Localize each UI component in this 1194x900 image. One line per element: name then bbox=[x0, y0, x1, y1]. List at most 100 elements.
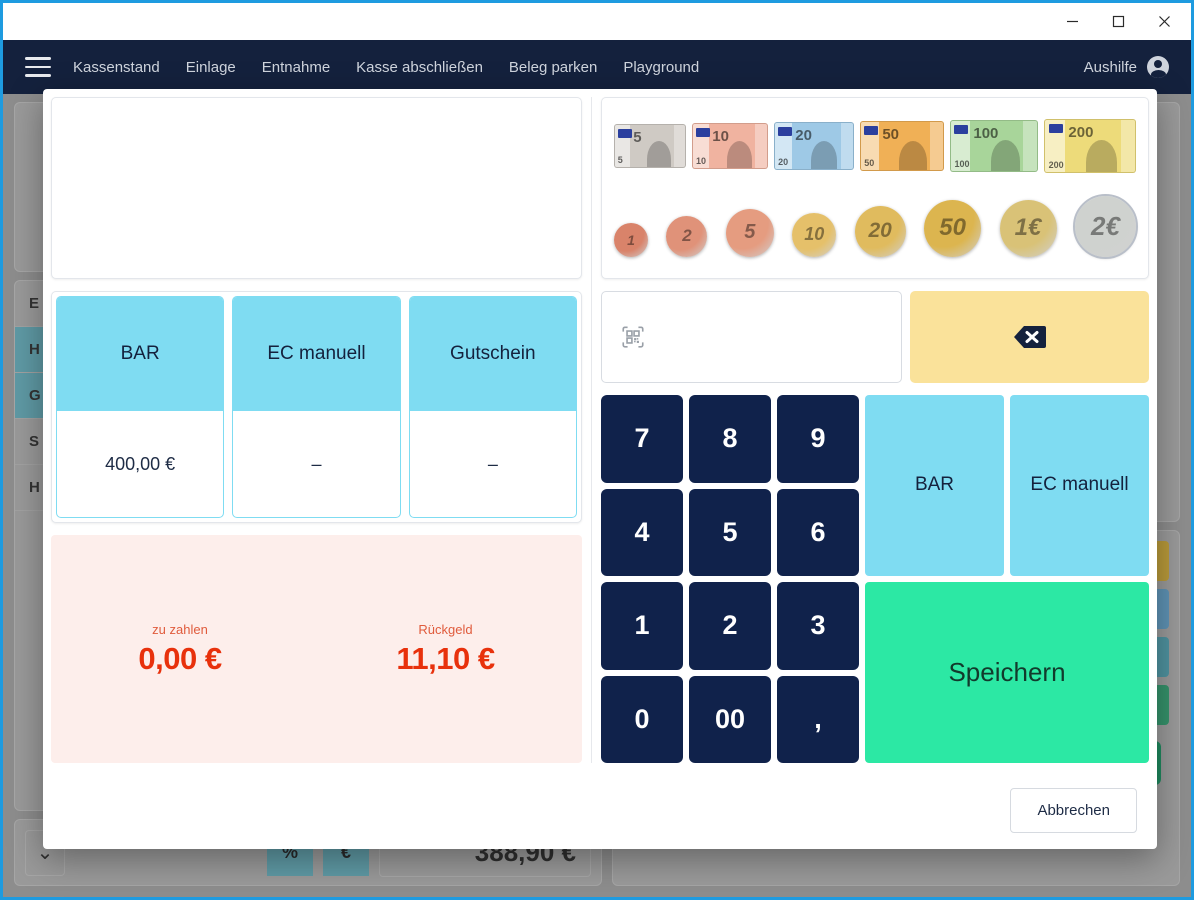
modal-overlay: BAR 400,00 € EC manuell – Gutschein – zu… bbox=[3, 3, 1191, 897]
payment-tile-ec-manuell[interactable]: EC manuell – bbox=[232, 296, 401, 518]
coin-50[interactable]: 50 bbox=[924, 199, 982, 257]
banknote-value-small: 5 bbox=[617, 155, 623, 166]
payment-dialog-footer: Abbrechen bbox=[43, 771, 1157, 849]
eu-flag-icon bbox=[695, 128, 710, 138]
scan-and-backspace-row bbox=[601, 291, 1149, 383]
keypad-key-2[interactable]: 2 bbox=[689, 582, 771, 670]
keypad-key-00[interactable]: 00 bbox=[689, 675, 771, 763]
keypad-key-5[interactable]: 5 bbox=[689, 488, 771, 576]
banknote-right-band bbox=[1120, 120, 1135, 173]
payment-tile-bar-label: BAR bbox=[57, 297, 224, 411]
keypad-key-8[interactable]: 8 bbox=[689, 395, 771, 483]
banknote-arch-motif bbox=[1086, 140, 1117, 173]
scan-input-field[interactable] bbox=[601, 291, 903, 383]
total-rueckgeld-label: Rückgeld bbox=[418, 621, 473, 637]
banknote-arch-motif bbox=[727, 140, 753, 169]
payment-dialog: BAR 400,00 € EC manuell – Gutschein – zu… bbox=[43, 89, 1157, 849]
banknote-10[interactable]: 10 10 bbox=[692, 123, 768, 170]
backspace-icon bbox=[1013, 326, 1046, 348]
eu-flag-icon bbox=[778, 127, 793, 137]
coin-value-label: 2 bbox=[682, 226, 692, 246]
coin-5[interactable]: 5 bbox=[725, 208, 774, 257]
coin-1[interactable]: 1 bbox=[614, 222, 648, 257]
banknote-row: 5 5 10 10 20 20 50 50 100 100 200 200 bbox=[614, 119, 1136, 174]
cancel-button[interactable]: Abbrechen bbox=[1010, 787, 1137, 833]
banknote-value-large: 200 bbox=[1068, 124, 1094, 142]
application-window: Kassenstand Einlage Entnahme Kasse absch… bbox=[0, 0, 1194, 900]
keypad-key-0[interactable]: 0 bbox=[601, 675, 683, 763]
banknote-right-band bbox=[755, 124, 767, 169]
keypad-key-4[interactable]: 4 bbox=[601, 488, 683, 576]
banknote-value-small: 20 bbox=[778, 157, 789, 168]
banknote-arch-motif bbox=[647, 141, 671, 168]
coin-value-label: 20 bbox=[868, 219, 892, 243]
receipt-panel bbox=[51, 97, 582, 279]
coin-value-label: 1 bbox=[627, 231, 635, 248]
banknote-value-large: 5 bbox=[633, 129, 642, 147]
payment-tile-ec-manuell-value: – bbox=[311, 453, 322, 474]
eu-flag-icon bbox=[617, 129, 632, 139]
banknote-value-small: 10 bbox=[695, 156, 706, 167]
keypad-key-1[interactable]: 1 bbox=[601, 582, 683, 670]
payment-tile-gutschein-value: – bbox=[487, 453, 498, 474]
banknote-20[interactable]: 20 20 bbox=[774, 122, 854, 171]
total-rueckgeld: Rückgeld 11,10 € bbox=[396, 621, 495, 677]
coin-1eur[interactable]: 1€ bbox=[999, 199, 1057, 257]
coin-value-label: 2€ bbox=[1090, 210, 1120, 241]
eu-flag-icon bbox=[954, 125, 969, 135]
payment-left-column: BAR 400,00 € EC manuell – Gutschein – zu… bbox=[51, 97, 591, 763]
banknote-value-large: 20 bbox=[795, 127, 812, 145]
keypad-action-bar[interactable]: BAR bbox=[865, 395, 1004, 576]
backspace-button[interactable] bbox=[910, 291, 1149, 383]
banknote-5[interactable]: 55 bbox=[614, 124, 686, 169]
banknote-200[interactable]: 200 200 bbox=[1044, 119, 1136, 174]
coin-2[interactable]: 2 bbox=[666, 215, 708, 257]
coin-20[interactable]: 20 bbox=[854, 205, 906, 257]
coin-value-label: 10 bbox=[804, 224, 825, 245]
banknote-50[interactable]: 50 50 bbox=[860, 121, 944, 172]
eu-flag-icon bbox=[864, 126, 879, 136]
totals-panel: zu zahlen 0,00 € Rückgeld 11,10 € bbox=[51, 535, 582, 763]
banknote-value-small: 100 bbox=[954, 159, 970, 170]
total-zu-zahlen-label: zu zahlen bbox=[152, 621, 208, 637]
banknote-value-large: 10 bbox=[712, 128, 729, 146]
banknote-arch-motif bbox=[990, 140, 1020, 172]
banknote-right-band bbox=[840, 123, 853, 170]
banknote-100[interactable]: 100 100 bbox=[950, 120, 1038, 173]
keypad-action-ec-manuell[interactable]: EC manuell bbox=[1010, 395, 1149, 576]
payment-method-tiles: BAR 400,00 € EC manuell – Gutschein – bbox=[51, 291, 582, 523]
banknote-value-large: 100 bbox=[973, 125, 999, 143]
payment-tile-gutschein-label: Gutschein bbox=[409, 297, 576, 411]
total-rueckgeld-value: 11,10 € bbox=[396, 640, 495, 676]
payment-tile-bar[interactable]: BAR 400,00 € bbox=[56, 296, 225, 518]
banknote-right-band bbox=[673, 125, 685, 168]
keypad-key-7[interactable]: 7 bbox=[601, 395, 683, 483]
keypad-save-button[interactable]: Speichern bbox=[865, 582, 1149, 763]
keypad-key-comma[interactable]: , bbox=[777, 675, 859, 763]
banknote-value-large: 50 bbox=[882, 126, 899, 144]
total-zu-zahlen: zu zahlen 0,00 € bbox=[138, 621, 222, 677]
coin-value-label: 1€ bbox=[1014, 214, 1042, 242]
banknote-arch-motif bbox=[810, 140, 838, 170]
qr-scan-icon bbox=[622, 326, 644, 348]
coin-2eur[interactable]: 2€ bbox=[1072, 193, 1138, 259]
coin-row: 1 2 5 10 20 50 1€ 2€ bbox=[614, 193, 1138, 259]
banknote-value-small: 50 bbox=[864, 158, 875, 169]
eu-flag-icon bbox=[1048, 124, 1063, 134]
banknote-right-band bbox=[929, 122, 943, 171]
banknote-value-small: 200 bbox=[1048, 160, 1064, 171]
banknote-arch-motif bbox=[898, 140, 927, 171]
numeric-keypad: 7 8 9 BAR EC manuell 4 5 6 1 2 3 Speiche… bbox=[601, 395, 1149, 763]
keypad-key-6[interactable]: 6 bbox=[777, 488, 859, 576]
banknote-right-band bbox=[1023, 121, 1037, 172]
keypad-key-9[interactable]: 9 bbox=[777, 395, 859, 483]
coin-10[interactable]: 10 bbox=[792, 212, 837, 257]
coin-value-label: 5 bbox=[744, 221, 756, 244]
payment-right-column: 5 5 10 10 20 20 50 50 100 100 200 200 1 2 5 10 20 50 1€ 2€ bbox=[591, 97, 1149, 763]
payment-tile-bar-value: 400,00 € bbox=[105, 453, 176, 474]
payment-dialog-body: BAR 400,00 € EC manuell – Gutschein – zu… bbox=[43, 89, 1157, 771]
payment-tile-ec-manuell-label: EC manuell bbox=[233, 297, 400, 411]
total-zu-zahlen-value: 0,00 € bbox=[138, 640, 222, 676]
payment-tile-gutschein[interactable]: Gutschein – bbox=[408, 296, 577, 518]
keypad-key-3[interactable]: 3 bbox=[777, 582, 859, 670]
